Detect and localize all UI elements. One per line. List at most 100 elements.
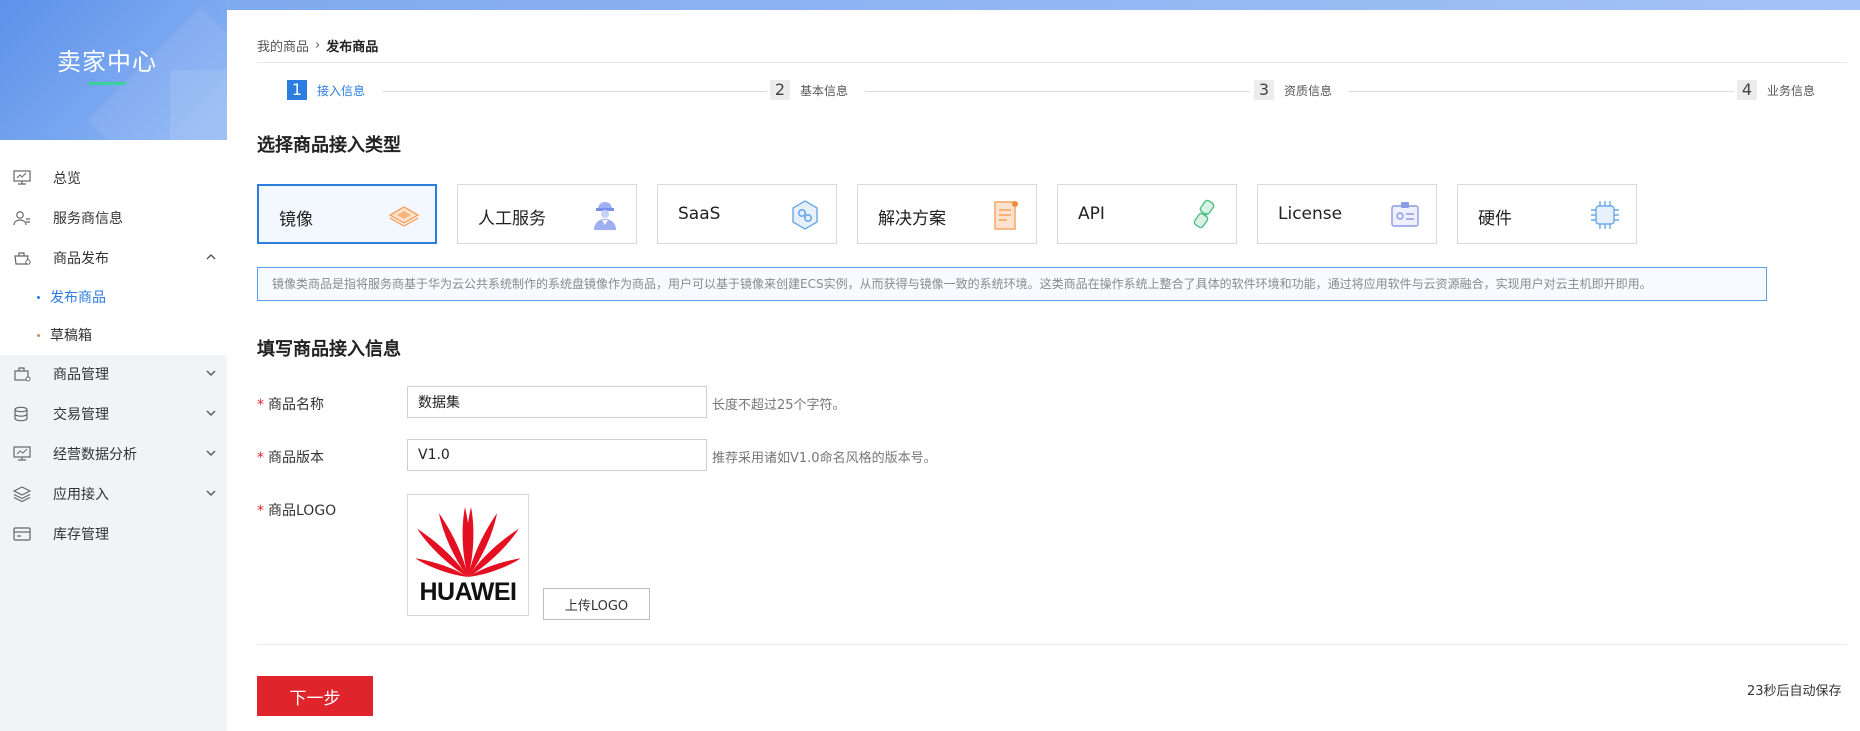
step-4: 4 业务信息 <box>1737 80 1815 100</box>
chart-icon <box>13 446 31 461</box>
sidebar-item-label: 经营数据分析 <box>53 447 137 463</box>
chevron-down-icon[interactable] <box>205 487 217 499</box>
top-color-strip <box>0 0 1860 10</box>
step-2: 2 基本信息 <box>770 80 848 100</box>
type-card-label: 硬件 <box>1478 209 1512 229</box>
type-card-label: SaaS <box>678 204 721 224</box>
step-3: 3 资质信息 <box>1254 80 1332 100</box>
upload-logo-button[interactable]: 上传LOGO <box>543 588 650 620</box>
field-label-text: 商品名称 <box>268 397 324 413</box>
monitor-icon <box>13 170 31 185</box>
step-number: 3 <box>1254 80 1274 100</box>
logo-preview: HUAWEI <box>407 494 529 616</box>
chevron-down-icon[interactable] <box>205 407 217 419</box>
sidebar-item-provider-info[interactable]: 服务商信息 <box>0 198 227 238</box>
sidebar-title-underline <box>88 82 126 85</box>
type-card-manual-service[interactable]: 人工服务 <box>457 184 637 244</box>
sidebar-item-business-analytics[interactable]: 经营数据分析 <box>0 434 227 474</box>
type-card-license[interactable]: License <box>1257 184 1437 244</box>
worker-icon <box>594 202 616 230</box>
step-indicator: 1 接入信息 2 基本信息 3 资质信息 4 业务信息 <box>287 80 1847 104</box>
step-connector <box>1349 91 1734 92</box>
type-card-label: License <box>1278 204 1343 224</box>
breadcrumb-current: 发布商品 <box>326 40 379 55</box>
type-card-saas[interactable]: SaaS <box>657 184 837 244</box>
sidebar-subitem-drafts[interactable]: 草稿箱 <box>0 316 227 354</box>
type-card-image[interactable]: 镜像 <box>257 184 437 244</box>
database-icon <box>14 406 28 422</box>
sidebar-title: 卖家中心 <box>57 48 157 76</box>
type-card-hardware[interactable]: 硬件 <box>1457 184 1637 244</box>
sidebar-item-label: 总览 <box>53 171 81 187</box>
type-card-label: 解决方案 <box>878 209 946 229</box>
field-hint: 长度不超过25个字符。 <box>712 398 846 413</box>
chip-icon <box>1591 201 1619 229</box>
sidebar-item-product-management[interactable]: 商品管理 <box>0 354 227 394</box>
required-mark: * <box>257 397 264 413</box>
type-card-solution[interactable]: 解决方案 <box>857 184 1037 244</box>
required-mark: * <box>257 503 264 519</box>
product-name-input[interactable] <box>407 386 707 418</box>
sidebar: 卖家中心 总览 服务商信息 商品发布 发布商品 草稿箱 商品管理 交易管理 经营… <box>0 0 227 731</box>
sidebar-item-product-publish[interactable]: 商品发布 <box>0 238 227 278</box>
field-label: * 商品版本 <box>257 447 324 467</box>
image-stack-icon <box>388 206 420 227</box>
logo-wordmark: HUAWEI <box>419 578 518 606</box>
step-connector <box>865 91 1250 92</box>
document-icon <box>994 201 1018 230</box>
breadcrumb: 我的商品 › 发布商品 <box>257 36 378 55</box>
divider <box>257 62 1847 63</box>
header-decoration <box>170 70 227 140</box>
next-step-button[interactable]: 下一步 <box>257 676 373 716</box>
sidebar-subitem-label: 发布商品 <box>50 290 106 306</box>
sidebar-subitem-label: 草稿箱 <box>50 328 92 344</box>
step-label: 接入信息 <box>317 83 366 98</box>
sidebar-item-label: 商品管理 <box>53 367 109 383</box>
type-card-label: 人工服务 <box>478 209 546 229</box>
step-1: 1 接入信息 <box>287 80 365 100</box>
huawei-petals-logo <box>416 507 520 577</box>
step-number: 1 <box>287 80 307 100</box>
sidebar-item-label: 应用接入 <box>53 487 109 503</box>
api-plug-icon <box>1193 199 1215 229</box>
sidebar-item-label: 库存管理 <box>53 527 109 543</box>
step-number: 2 <box>770 80 790 100</box>
sidebar-item-overview[interactable]: 总览 <box>0 158 227 198</box>
section-title-type: 选择商品接入类型 <box>257 135 401 156</box>
field-label: * 商品LOGO <box>257 500 336 520</box>
field-hint: 推荐采用诸如V1.0命名风格的版本号。 <box>712 451 937 466</box>
saas-hexagon-icon <box>792 200 818 230</box>
license-card-icon <box>1391 202 1419 227</box>
step-label: 资质信息 <box>1284 83 1333 98</box>
required-mark: * <box>257 450 264 466</box>
sidebar-item-app-access[interactable]: 应用接入 <box>0 474 227 514</box>
breadcrumb-parent[interactable]: 我的商品 <box>257 36 309 55</box>
type-card-api[interactable]: API <box>1057 184 1237 244</box>
user-icon <box>13 211 30 226</box>
step-connector <box>382 91 767 92</box>
field-label: * 商品名称 <box>257 394 324 414</box>
step-label: 基本信息 <box>800 83 849 98</box>
step-number: 4 <box>1737 80 1757 100</box>
chevron-down-icon[interactable] <box>205 367 217 379</box>
sidebar-item-label: 服务商信息 <box>53 211 123 227</box>
box-icon <box>14 367 31 382</box>
field-label-text: 商品LOGO <box>268 503 337 519</box>
sidebar-item-trade-management[interactable]: 交易管理 <box>0 394 227 434</box>
cart-icon <box>14 252 31 265</box>
field-label-text: 商品版本 <box>268 450 324 466</box>
sidebar-item-label: 商品发布 <box>53 251 109 267</box>
card-icon <box>13 527 31 541</box>
sidebar-subitem-publish-product[interactable]: 发布商品 <box>0 278 227 316</box>
bullet-dot <box>37 333 40 337</box>
product-version-input[interactable] <box>407 439 707 471</box>
divider <box>257 644 1847 645</box>
sidebar-item-inventory[interactable]: 库存管理 <box>0 514 227 554</box>
main-panel: 我的商品 › 发布商品 1 接入信息 2 基本信息 3 资质信息 4 业务信息 … <box>227 10 1860 731</box>
sidebar-header: 卖家中心 <box>0 0 227 140</box>
sidebar-menu: 总览 服务商信息 商品发布 发布商品 草稿箱 商品管理 交易管理 经营数据分析 … <box>0 158 227 554</box>
autosave-status: 23秒后自动保存 <box>1747 684 1842 699</box>
chevron-down-icon[interactable] <box>205 447 217 459</box>
chevron-up-icon[interactable] <box>205 251 217 263</box>
type-card-label: API <box>1078 204 1105 224</box>
